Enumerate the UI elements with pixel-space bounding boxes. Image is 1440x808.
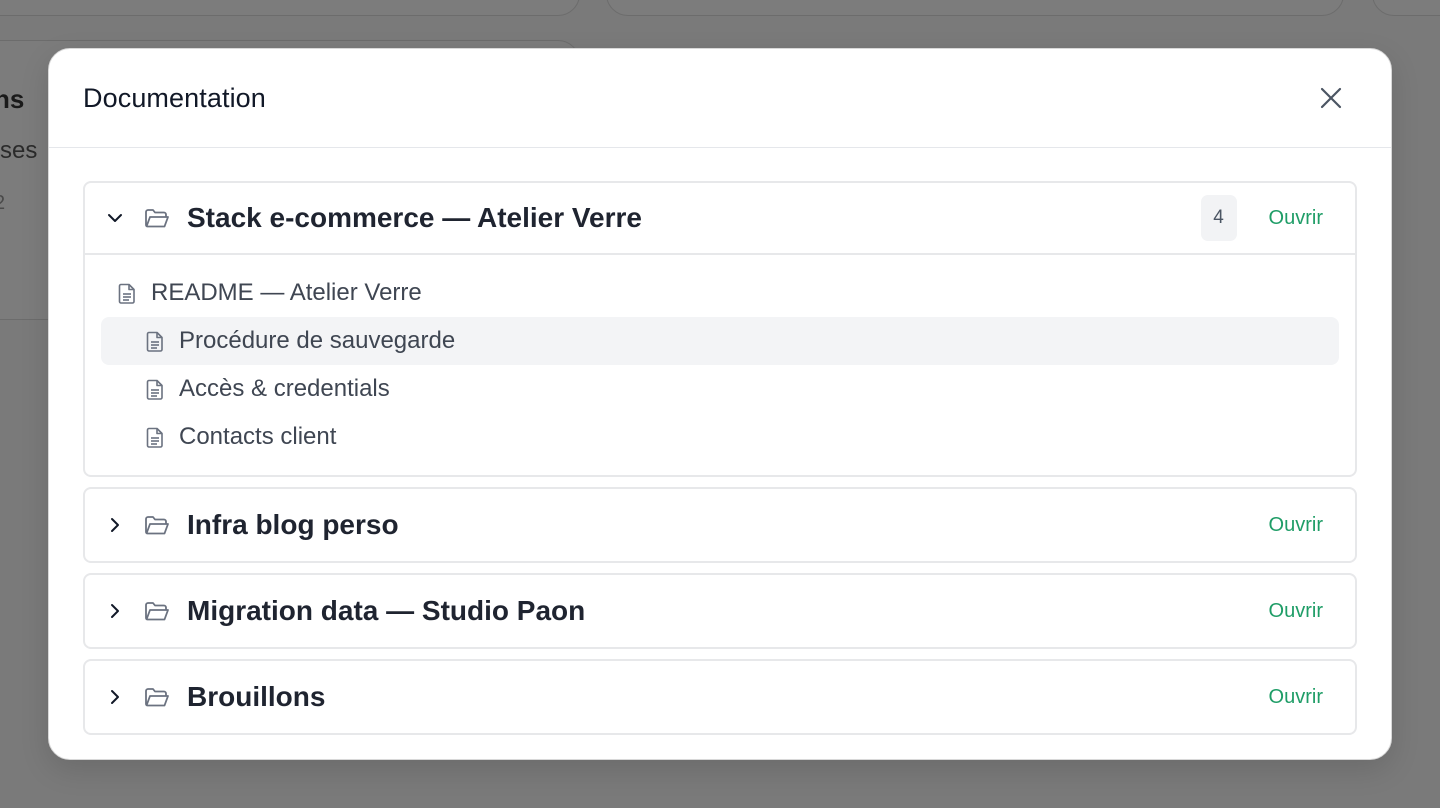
folder-open-icon	[143, 597, 171, 625]
folder-header[interactable]: Infra blog perso Ouvrir	[85, 489, 1355, 561]
close-button[interactable]	[1311, 78, 1351, 118]
doc-item-client-contacts[interactable]: Contacts client	[101, 413, 1339, 461]
folder-name: Brouillons	[187, 681, 326, 712]
doc-item-backup-procedure[interactable]: Procédure de sauvegarde	[101, 317, 1339, 365]
folder-infra-blog: Infra blog perso Ouvrir	[83, 487, 1357, 563]
folder-name: Stack e-commerce — Atelier Verre	[187, 202, 642, 233]
folder-name: Migration data — Studio Paon	[187, 595, 586, 626]
documentation-modal: Documentation Stack e-commerce — Atelier…	[48, 48, 1392, 760]
modal-header: Documentation	[49, 49, 1391, 148]
folder-open-icon	[143, 204, 171, 232]
chevron-right-icon[interactable]	[103, 599, 127, 623]
folder-drafts: Brouillons Ouvrir	[83, 659, 1357, 735]
modal-body: Stack e-commerce — Atelier Verre 4 Ouvri…	[49, 148, 1391, 735]
folder-stack-ecommerce: Stack e-commerce — Atelier Verre 4 Ouvri…	[83, 181, 1357, 477]
background-card	[0, 0, 580, 16]
file-text-icon	[145, 378, 165, 400]
chevron-right-icon[interactable]	[103, 513, 127, 537]
folder-header[interactable]: Stack e-commerce — Atelier Verre 4 Ouvri…	[85, 183, 1355, 255]
doc-title: Procédure de sauvegarde	[179, 327, 456, 354]
doc-count-badge: 4	[1200, 195, 1237, 241]
doc-title: Contacts client	[179, 423, 337, 450]
folder-name: Infra blog perso	[187, 509, 399, 540]
modal-title: Documentation	[83, 82, 266, 113]
doc-title: Accès & credentials	[179, 375, 390, 402]
open-folder-link[interactable]: Ouvrir	[1269, 686, 1323, 709]
folder-open-icon	[143, 683, 171, 711]
close-icon	[1320, 87, 1342, 109]
background-card	[1372, 0, 1440, 16]
background-meta: 2	[0, 192, 5, 215]
chevron-down-icon[interactable]	[103, 206, 127, 230]
background-subtext: rses	[0, 137, 38, 164]
doc-item-access-credentials[interactable]: Accès & credentials	[101, 365, 1339, 413]
folder-header[interactable]: Migration data — Studio Paon Ouvrir	[85, 575, 1355, 647]
file-text-icon	[117, 282, 137, 304]
doc-title: README — Atelier Verre	[151, 279, 422, 306]
background-card	[606, 0, 1344, 16]
folder-header[interactable]: Brouillons Ouvrir	[85, 661, 1355, 733]
open-folder-link[interactable]: Ouvrir	[1269, 514, 1323, 537]
open-folder-link[interactable]: Ouvrir	[1269, 207, 1323, 230]
doc-list: README — Atelier Verre Procédure de sauv…	[85, 255, 1355, 475]
folder-migration-data: Migration data — Studio Paon Ouvrir	[83, 573, 1357, 649]
file-text-icon	[145, 330, 165, 352]
open-folder-link[interactable]: Ouvrir	[1269, 600, 1323, 623]
doc-item-readme[interactable]: README — Atelier Verre	[101, 269, 1339, 317]
folder-open-icon	[143, 511, 171, 539]
chevron-right-icon[interactable]	[103, 685, 127, 709]
background-heading: ns	[0, 84, 25, 114]
file-text-icon	[145, 426, 165, 448]
